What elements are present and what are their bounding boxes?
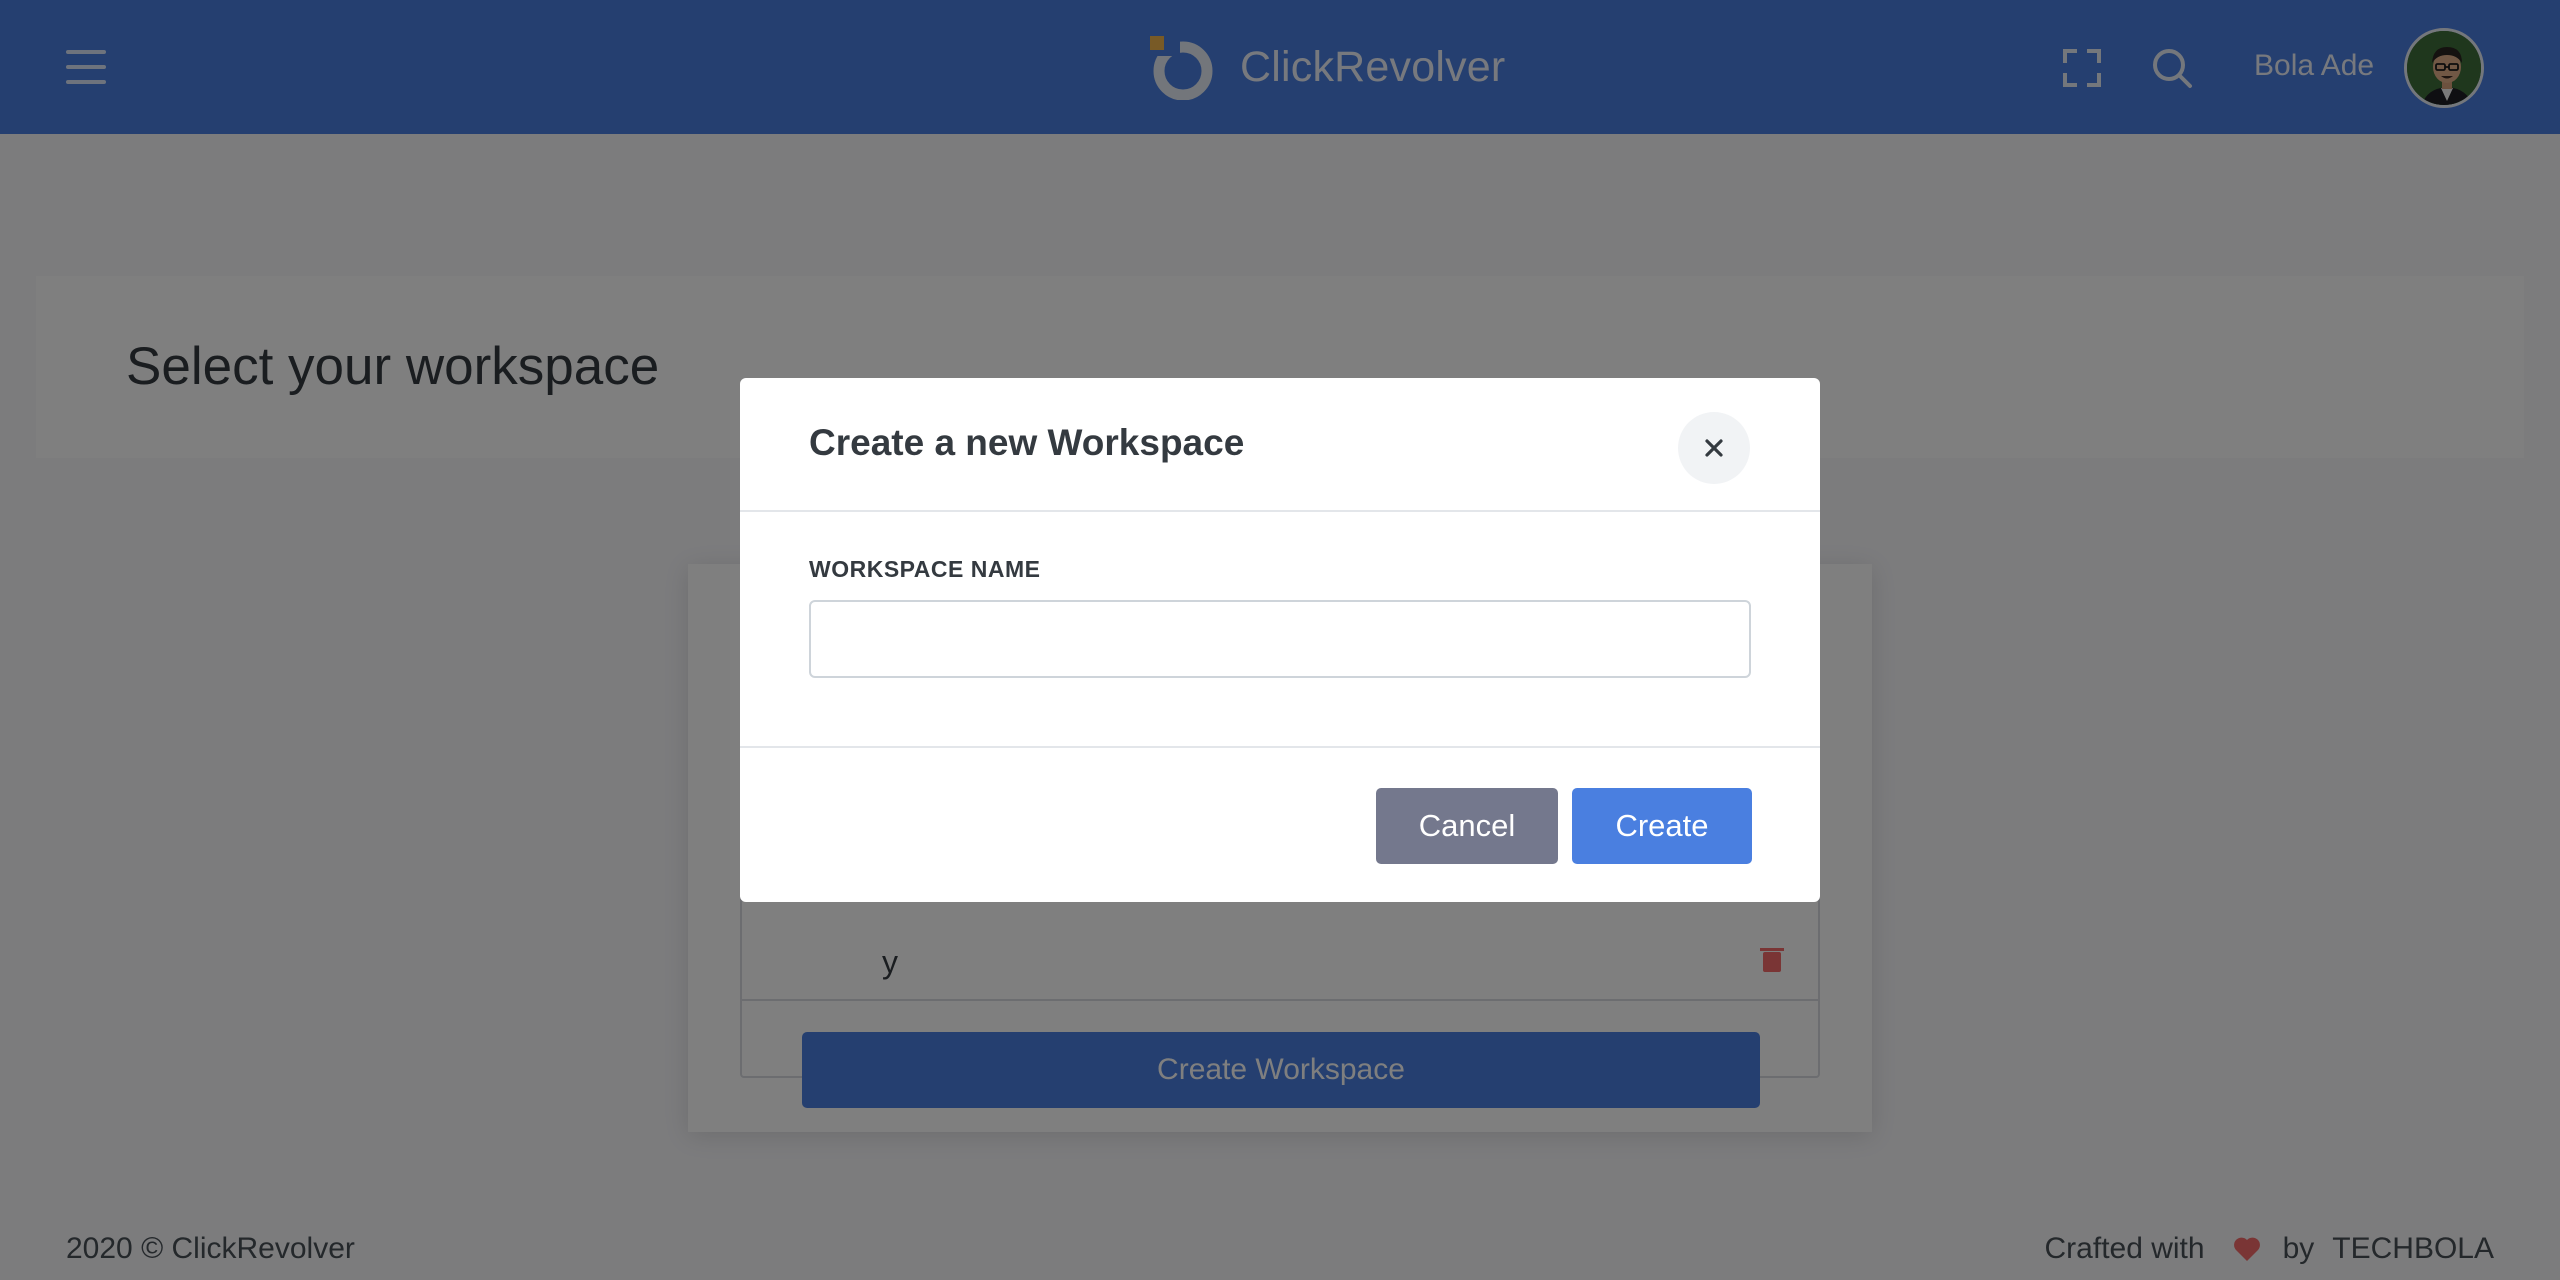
modal-title: Create a new Workspace [809,422,1245,463]
modal-header: Create a new Workspace [740,378,1820,512]
modal-body: WORKSPACE NAME [740,514,1820,746]
cancel-button[interactable]: Cancel [1376,788,1558,864]
create-workspace-modal: Create a new Workspace WORKSPACE NAME Ca… [740,378,1820,902]
workspace-name-input[interactable] [809,600,1751,678]
create-button[interactable]: Create [1572,788,1752,864]
close-icon[interactable] [1678,412,1750,484]
modal-footer: Cancel Create [740,746,1820,902]
workspace-name-label: WORKSPACE NAME [809,556,1041,582]
